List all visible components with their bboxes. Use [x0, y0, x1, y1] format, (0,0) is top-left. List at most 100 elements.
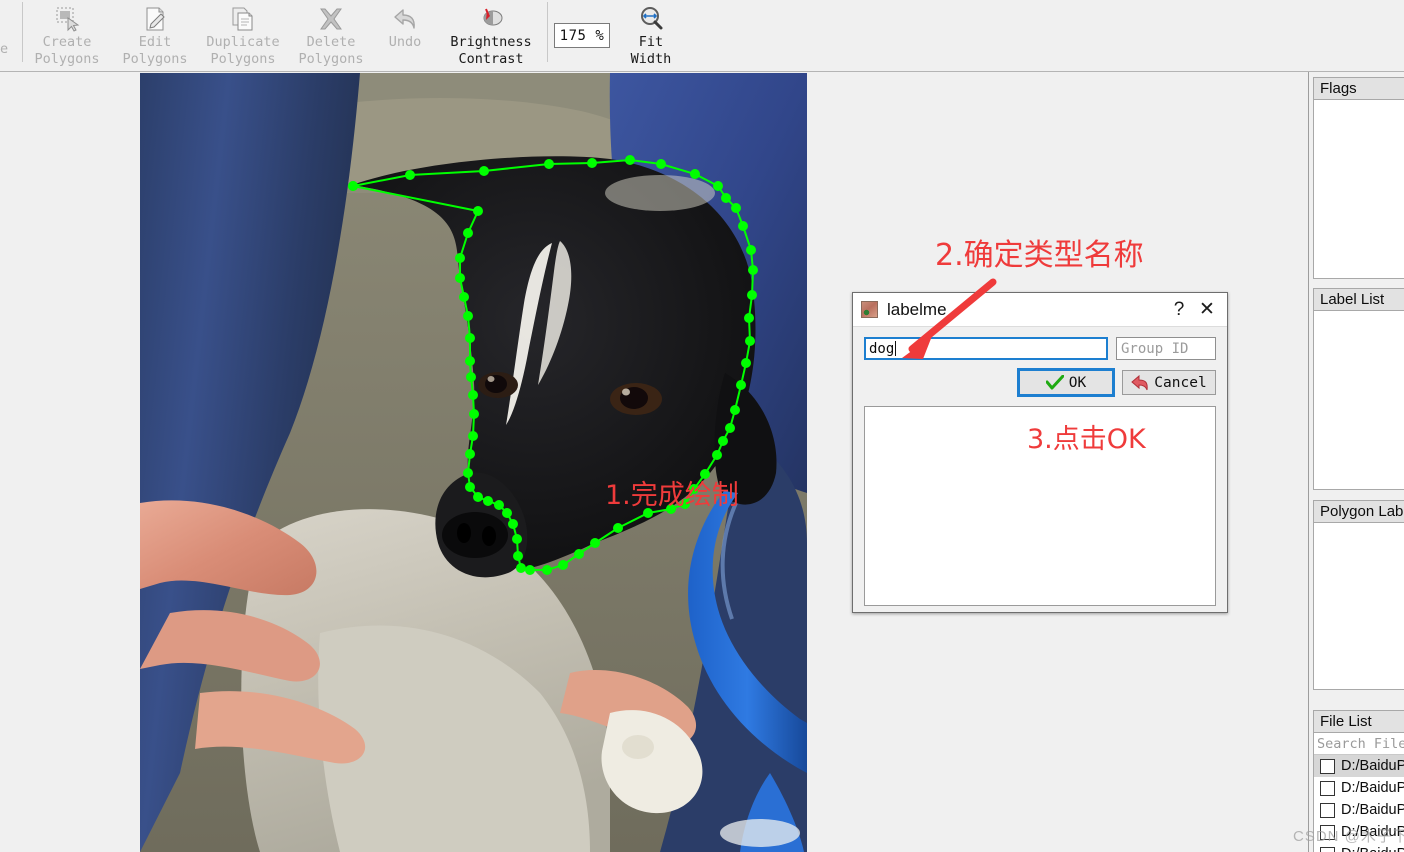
zoom-value-field[interactable]: 175 %	[554, 23, 610, 48]
tool-label-line2: Polygons	[34, 51, 100, 67]
polygon-vertex[interactable]	[748, 265, 758, 275]
brightness-contrast-button[interactable]: Brightness Contrast	[435, 0, 547, 71]
close-icon[interactable]: ✕	[1193, 297, 1221, 323]
file-list-body[interactable]: Search Filen D:/BaiduP D:/BaiduP D:/BaiduP…	[1313, 732, 1404, 852]
file-list-item[interactable]: D:/BaiduP	[1314, 777, 1404, 799]
polygon-vertex[interactable]	[494, 500, 504, 510]
dialog-titlebar[interactable]: labelme ? ✕	[853, 293, 1227, 327]
polygon-vertex[interactable]	[725, 423, 735, 433]
polygon-vertex[interactable]	[625, 155, 635, 165]
polygon-vertex[interactable]	[587, 158, 597, 168]
file-item-checkbox[interactable]	[1320, 824, 1335, 840]
file-item-checkbox[interactable]	[1320, 758, 1335, 774]
polygon-vertex[interactable]	[542, 565, 552, 575]
polygon-vertex[interactable]	[459, 292, 469, 302]
polygon-vertex[interactable]	[736, 380, 746, 390]
file-item-checkbox[interactable]	[1320, 846, 1335, 852]
file-list-item[interactable]: D:/BaiduP	[1314, 821, 1404, 843]
fit-width-button[interactable]: Fit Width	[616, 0, 686, 71]
polygon-vertex[interactable]	[463, 311, 473, 321]
polygon-vertex[interactable]	[721, 193, 731, 203]
polygon-vertex[interactable]	[468, 431, 478, 441]
polygon-vertex[interactable]	[512, 534, 522, 544]
polygon-vertex[interactable]	[713, 181, 723, 191]
file-item-checkbox[interactable]	[1320, 780, 1335, 796]
polygon-vertex[interactable]	[502, 508, 512, 518]
edit-polygons-button[interactable]: Edit Polygons	[111, 0, 199, 71]
file-item-checkbox[interactable]	[1320, 802, 1335, 818]
polygon-vertex[interactable]	[613, 523, 623, 533]
polygon-vertex[interactable]	[405, 170, 415, 180]
label-history-list[interactable]: 3.点击OK	[864, 406, 1216, 606]
label-list-panel-title: Label List	[1313, 288, 1404, 310]
ok-button[interactable]: OK	[1017, 368, 1115, 397]
tool-label-line1: Duplicate	[206, 34, 280, 50]
help-icon[interactable]: ?	[1165, 297, 1193, 323]
polygon-vertex[interactable]	[731, 203, 741, 213]
polygon-vertex[interactable]	[465, 449, 475, 459]
dialog-button-row: OK Cancel	[864, 368, 1216, 397]
polygon-vertex[interactable]	[741, 358, 751, 368]
labelme-app-icon	[861, 301, 878, 318]
polygon-vertex[interactable]	[348, 181, 358, 191]
polygon-vertex[interactable]	[483, 496, 493, 506]
label-name-input[interactable]: dog	[864, 337, 1108, 360]
file-list-item[interactable]: D:/BaiduP	[1314, 799, 1404, 821]
polygon-vertex[interactable]	[544, 159, 554, 169]
polygon-vertex[interactable]	[690, 169, 700, 179]
polygon-annotation-overlay[interactable]	[140, 73, 807, 852]
polygon-vertex[interactable]	[744, 313, 754, 323]
polygon-vertex[interactable]	[473, 206, 483, 216]
polygon-vertex[interactable]	[574, 549, 584, 559]
file-list-item[interactable]: D:/BaiduP	[1314, 755, 1404, 777]
right-sidebar: Flags Label List Polygon Lab File List S…	[1293, 72, 1404, 852]
delete-polygons-button[interactable]: Delete Polygons	[287, 0, 375, 71]
polygon-vertex[interactable]	[463, 228, 473, 238]
polygon-vertex[interactable]	[455, 253, 465, 263]
duplicate-polygons-button[interactable]: Duplicate Polygons	[199, 0, 287, 71]
polygon-vertex[interactable]	[455, 273, 465, 283]
undo-button[interactable]: Undo	[375, 0, 435, 71]
polygon-vertex[interactable]	[747, 290, 757, 300]
polygon-vertex[interactable]	[513, 551, 523, 561]
annotated-photo[interactable]: 1.完成绘制	[140, 73, 807, 852]
polygon-vertex[interactable]	[479, 166, 489, 176]
label-list-panel: Label List	[1313, 288, 1404, 490]
tool-label-line1: Delete	[306, 34, 356, 50]
polygon-vertex[interactable]	[508, 519, 518, 529]
group-id-input[interactable]: Group ID	[1116, 337, 1216, 360]
tool-label-line2: Polygons	[122, 51, 188, 67]
cancel-button[interactable]: Cancel	[1122, 370, 1216, 395]
polygon-vertex[interactable]	[465, 482, 475, 492]
polygon-vertex[interactable]	[473, 492, 483, 502]
file-list-panel: File List Search Filen D:/BaiduP D:/Baidu…	[1313, 710, 1404, 852]
file-list-item[interactable]: D:/BaiduP	[1314, 843, 1404, 852]
label-list[interactable]	[1313, 310, 1404, 490]
polygon-vertex[interactable]	[469, 409, 479, 419]
polygon-vertex[interactable]	[468, 390, 478, 400]
file-item-label: D:/BaiduP	[1341, 758, 1404, 774]
polygon-vertex[interactable]	[746, 245, 756, 255]
zoom-control[interactable]: 175 %	[548, 0, 616, 71]
polygon-vertex[interactable]	[516, 563, 526, 573]
polygon-vertex[interactable]	[465, 356, 475, 366]
polygon-vertex[interactable]	[466, 372, 476, 382]
polygon-vertex[interactable]	[590, 538, 600, 548]
polygon-vertex[interactable]	[463, 468, 473, 478]
polygon-vertex[interactable]	[525, 565, 535, 575]
create-polygons-button[interactable]: Create Polygons	[23, 0, 111, 71]
polygon-vertex[interactable]	[738, 221, 748, 231]
file-item-label: D:/BaiduP	[1341, 846, 1404, 852]
flags-list[interactable]	[1313, 99, 1404, 279]
polygon-vertex[interactable]	[730, 405, 740, 415]
label-dialog[interactable]: labelme ? ✕ dog Group ID OK Cancel 3.点击O…	[852, 292, 1228, 613]
polygon-vertex[interactable]	[745, 336, 755, 346]
polygon-labels-panel-title: Polygon Lab	[1313, 500, 1404, 522]
polygon-vertex[interactable]	[656, 159, 666, 169]
polygon-labels-list[interactable]	[1313, 522, 1404, 690]
polygon-vertex[interactable]	[712, 450, 722, 460]
file-search-input[interactable]: Search Filen	[1314, 733, 1404, 755]
polygon-vertex[interactable]	[558, 560, 568, 570]
polygon-vertex[interactable]	[718, 436, 728, 446]
polygon-vertex[interactable]	[465, 333, 475, 343]
